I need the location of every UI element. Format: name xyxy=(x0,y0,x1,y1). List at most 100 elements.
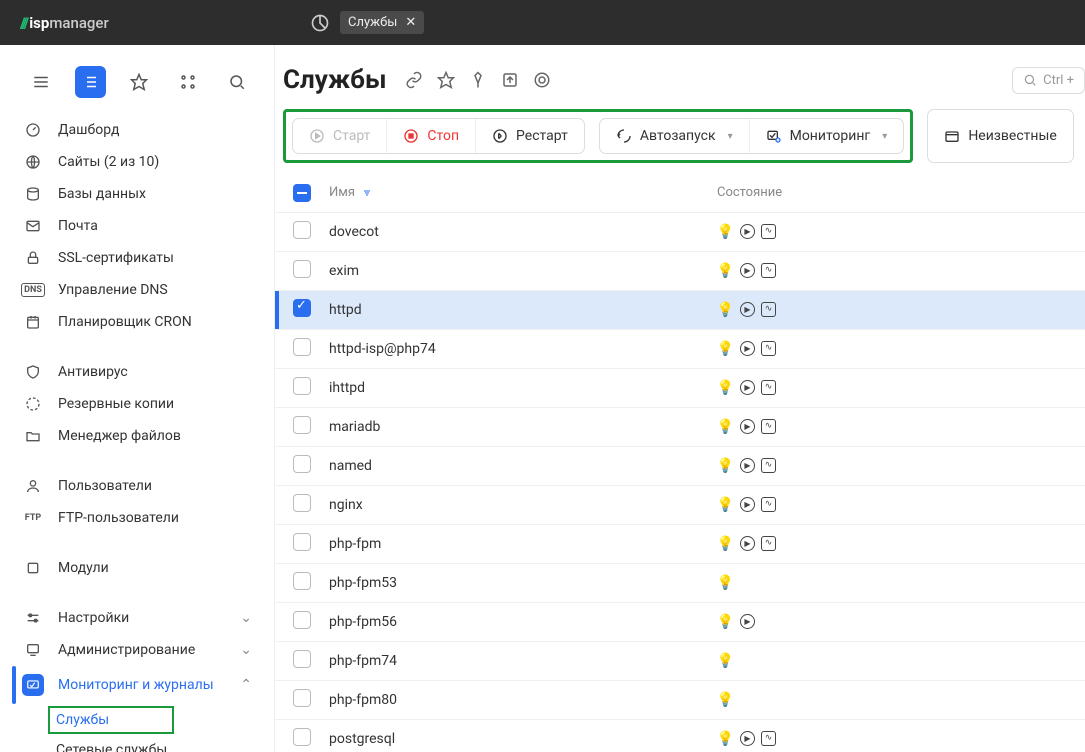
database-icon xyxy=(22,186,44,202)
tab-services[interactable]: Службы ✕ xyxy=(340,11,424,34)
table-row[interactable]: php-fpm74💡 xyxy=(275,642,1085,681)
monitoring-icon: ∿ xyxy=(761,263,776,278)
sidebar-item-monitor[interactable]: Мониторинг и журналы⌃ xyxy=(0,666,274,704)
row-checkbox[interactable] xyxy=(293,494,311,512)
autostart-icon: ▶ xyxy=(740,614,755,629)
search-icon[interactable] xyxy=(221,66,252,98)
export-icon[interactable] xyxy=(501,71,519,89)
row-checkbox[interactable] xyxy=(293,299,311,317)
table-row[interactable]: exim💡▶∿ xyxy=(275,252,1085,291)
service-state: 💡▶∿ xyxy=(717,263,1077,280)
row-checkbox[interactable] xyxy=(293,260,311,278)
sidebar-item-label: SSL-сертификаты xyxy=(58,250,174,266)
sidebar-item-dns[interactable]: DNSУправление DNS xyxy=(0,274,274,306)
page-title: Службы xyxy=(283,65,387,95)
sidebar-item-sliders[interactable]: Настройки⌄ xyxy=(0,602,274,634)
sidebar-item-label: Администрирование xyxy=(58,642,195,658)
table-row[interactable]: ihttpd💡▶∿ xyxy=(275,369,1085,408)
row-checkbox[interactable] xyxy=(293,611,311,629)
unknown-button[interactable]: Неизвестные xyxy=(928,110,1072,162)
sidebar-item-puzzle[interactable]: Модули xyxy=(0,552,274,584)
search-input[interactable]: Ctrl + xyxy=(1012,67,1085,94)
table-row[interactable]: nginx💡▶∿ xyxy=(275,486,1085,525)
sidebar: ДашбордСайты (2 из 10)Базы данныхПочта SS… xyxy=(0,45,275,752)
star-icon[interactable] xyxy=(437,71,455,89)
menu-icon[interactable] xyxy=(26,66,57,98)
sidebar-item-dashboard[interactable]: Дашборд xyxy=(0,114,274,146)
sidebar-item-calendar[interactable]: Планировщик CRON xyxy=(0,306,274,338)
table-row[interactable]: httpd💡▶∿ xyxy=(275,291,1085,330)
sidebar-item-user[interactable]: Пользователи xyxy=(0,470,274,502)
row-checkbox[interactable] xyxy=(293,572,311,590)
row-checkbox[interactable] xyxy=(293,455,311,473)
sidebar-item-folder[interactable]: Менеджер файлов xyxy=(0,420,274,452)
table-row[interactable]: dovecot💡▶∿ xyxy=(275,213,1085,252)
apps-icon[interactable] xyxy=(172,66,203,98)
table-row[interactable]: mariadb💡▶∿ xyxy=(275,408,1085,447)
table-row[interactable]: php-fpm53💡 xyxy=(275,564,1085,603)
row-checkbox[interactable] xyxy=(293,338,311,356)
sidebar-item-database[interactable]: Базы данных xyxy=(0,178,274,210)
star-icon[interactable] xyxy=(124,66,155,98)
row-checkbox[interactable] xyxy=(293,689,311,707)
sidebar-sub-services[interactable]: Службы xyxy=(48,706,174,734)
service-name: php-fpm74 xyxy=(329,653,717,669)
bulb-icon: 💡 xyxy=(717,692,734,709)
col-state[interactable]: Состояние xyxy=(717,185,1077,200)
monitoring-icon: ∿ xyxy=(761,536,776,551)
pie-icon[interactable] xyxy=(310,13,330,33)
col-name[interactable]: Имя xyxy=(329,185,717,200)
autostart-icon: ▶ xyxy=(740,497,755,512)
table-row[interactable]: postgresql💡▶∿ xyxy=(275,720,1085,752)
chevron-up-icon: ⌃ xyxy=(240,677,252,693)
bulb-icon: 💡 xyxy=(717,731,734,748)
table-row[interactable]: httpd-isp@php74💡▶∿ xyxy=(275,330,1085,369)
service-name: ihttpd xyxy=(329,380,717,396)
stop-button[interactable]: Стоп xyxy=(387,119,476,153)
monitoring-button[interactable]: Мониторинг ▾ xyxy=(750,119,904,153)
table-row[interactable]: php-fpm56💡▶ xyxy=(275,603,1085,642)
row-checkbox[interactable] xyxy=(293,377,311,395)
tab-label: Службы xyxy=(348,15,397,30)
content: Службы Ctrl + Старт xyxy=(275,45,1085,752)
sliders-icon xyxy=(22,610,44,626)
service-state: 💡▶∿ xyxy=(717,731,1077,748)
row-checkbox[interactable] xyxy=(293,416,311,434)
chevron-down-icon: ⌄ xyxy=(240,610,252,626)
sidebar-item-mail[interactable]: Почта xyxy=(0,210,274,242)
monitoring-icon: ∿ xyxy=(761,497,776,512)
bulb-icon: 💡 xyxy=(717,341,734,358)
row-checkbox[interactable] xyxy=(293,650,311,668)
row-checkbox[interactable] xyxy=(293,533,311,551)
list-icon[interactable] xyxy=(75,66,106,98)
logo[interactable]: /// ispmanager xyxy=(20,14,109,32)
link-icon[interactable] xyxy=(405,71,423,89)
restart-button[interactable]: Рестарт xyxy=(476,119,584,153)
sidebar-item-ftp[interactable]: FTPFTP-пользователи xyxy=(0,502,274,534)
pin-icon[interactable] xyxy=(469,71,487,89)
autostart-button[interactable]: Автозапуск ▾ xyxy=(600,119,750,153)
start-button[interactable]: Старт xyxy=(293,119,387,153)
table-row[interactable]: named💡▶∿ xyxy=(275,447,1085,486)
topbar: /// ispmanager Службы ✕ xyxy=(0,0,1085,45)
sidebar-item-shield[interactable]: Антивирус xyxy=(0,356,274,388)
table-row[interactable]: php-fpm80💡 xyxy=(275,681,1085,720)
bulb-icon: 💡 xyxy=(717,458,734,475)
sidebar-item-backup[interactable]: Резервные копии xyxy=(0,388,274,420)
ftp-icon: FTP xyxy=(22,513,44,523)
bulb-icon: 💡 xyxy=(717,653,734,670)
row-checkbox[interactable] xyxy=(293,221,311,239)
service-state: 💡 xyxy=(717,653,1077,670)
chevron-down-icon: ▾ xyxy=(728,131,733,142)
toolbar-group-unknown: Неизвестные xyxy=(927,109,1073,163)
sidebar-item-admin[interactable]: Администрирование⌄ xyxy=(0,634,274,666)
help-icon[interactable] xyxy=(533,71,551,89)
select-all[interactable] xyxy=(293,183,329,202)
sidebar-sub-item[interactable]: Сетевые службы xyxy=(0,736,274,752)
table-row[interactable]: php-fpm💡▶∿ xyxy=(275,525,1085,564)
row-checkbox[interactable] xyxy=(293,728,311,746)
sidebar-item-globe[interactable]: Сайты (2 из 10) xyxy=(0,146,274,178)
close-icon[interactable]: ✕ xyxy=(405,15,416,30)
sidebar-item-lock[interactable]: SSL-сертификаты xyxy=(0,242,274,274)
monitoring-icon: ∿ xyxy=(761,731,776,746)
